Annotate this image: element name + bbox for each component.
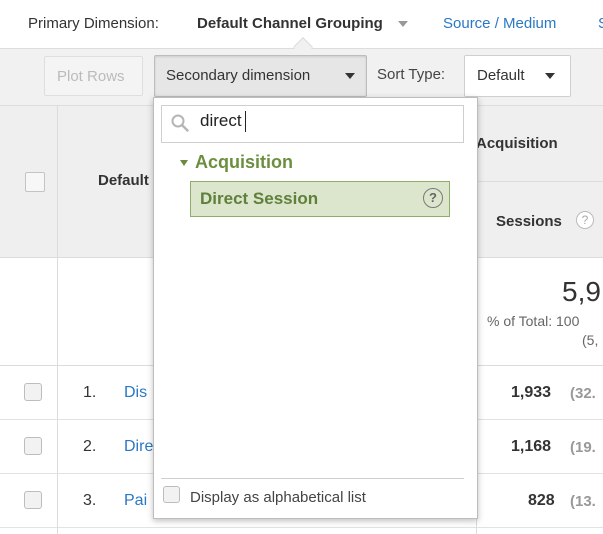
- primary-dimension-default-channel-grouping[interactable]: Default Channel Grouping: [197, 15, 383, 32]
- caret-down-icon[interactable]: [180, 160, 188, 166]
- total-sessions-absolute: (5,: [582, 332, 599, 348]
- alphabetical-list-label[interactable]: Display as alphabetical list: [190, 489, 366, 506]
- total-sessions-value: 5,9: [562, 276, 601, 307]
- primary-dimension-label: Primary Dimension:: [28, 15, 159, 32]
- text-cursor: [245, 111, 246, 132]
- row-sessions-percent: (32.: [570, 385, 596, 402]
- search-icon: [171, 114, 189, 132]
- row-sessions-percent: (19.: [570, 439, 596, 456]
- sort-type-label: Sort Type:: [377, 66, 446, 83]
- help-icon[interactable]: ?: [576, 211, 594, 229]
- row-checkbox[interactable]: [24, 383, 42, 401]
- row-checkbox[interactable]: [24, 491, 42, 509]
- row-number: 3.: [83, 492, 97, 509]
- row-dimension-link[interactable]: Pai: [124, 492, 147, 510]
- column-header-sessions[interactable]: Sessions: [496, 213, 562, 230]
- secondary-dimension-button[interactable]: Secondary dimension: [154, 55, 367, 97]
- row-number: 2.: [83, 438, 97, 455]
- plot-rows-button[interactable]: Plot Rows: [44, 56, 143, 96]
- chevron-down-icon[interactable]: [545, 73, 555, 79]
- primary-dimension-more-link[interactable]: S: [598, 15, 603, 32]
- option-direct-session-label[interactable]: Direct Session: [200, 189, 318, 209]
- panel-divider: [161, 478, 464, 479]
- primary-dimension-source-medium-link[interactable]: Source / Medium: [443, 15, 556, 32]
- row-sessions-value: 828: [528, 492, 555, 509]
- chevron-down-icon[interactable]: [345, 73, 355, 79]
- column-divider: [57, 366, 58, 534]
- header-divider: [476, 181, 603, 182]
- chevron-down-icon[interactable]: [398, 21, 408, 27]
- column-header-default-channel-grouping[interactable]: Default: [98, 172, 149, 189]
- row-sessions-value: 1,933: [511, 384, 552, 401]
- row-dimension-link[interactable]: Dire: [124, 438, 153, 456]
- row-checkbox[interactable]: [24, 437, 42, 455]
- total-sessions-percent: % of Total: 100: [487, 313, 580, 329]
- column-group-acquisition: Acquisition: [476, 135, 558, 152]
- select-all-checkbox[interactable]: [25, 172, 45, 192]
- alphabetical-list-checkbox[interactable]: [163, 486, 180, 503]
- row-number: 1.: [83, 384, 97, 401]
- row-sessions-percent: (13.: [570, 493, 596, 510]
- help-icon[interactable]: ?: [423, 188, 443, 208]
- search-input-value[interactable]: direct: [200, 111, 242, 131]
- category-acquisition[interactable]: Acquisition: [195, 152, 293, 173]
- row-dimension-link[interactable]: Dis: [124, 384, 147, 402]
- row-sessions-value: 1,168: [511, 438, 552, 455]
